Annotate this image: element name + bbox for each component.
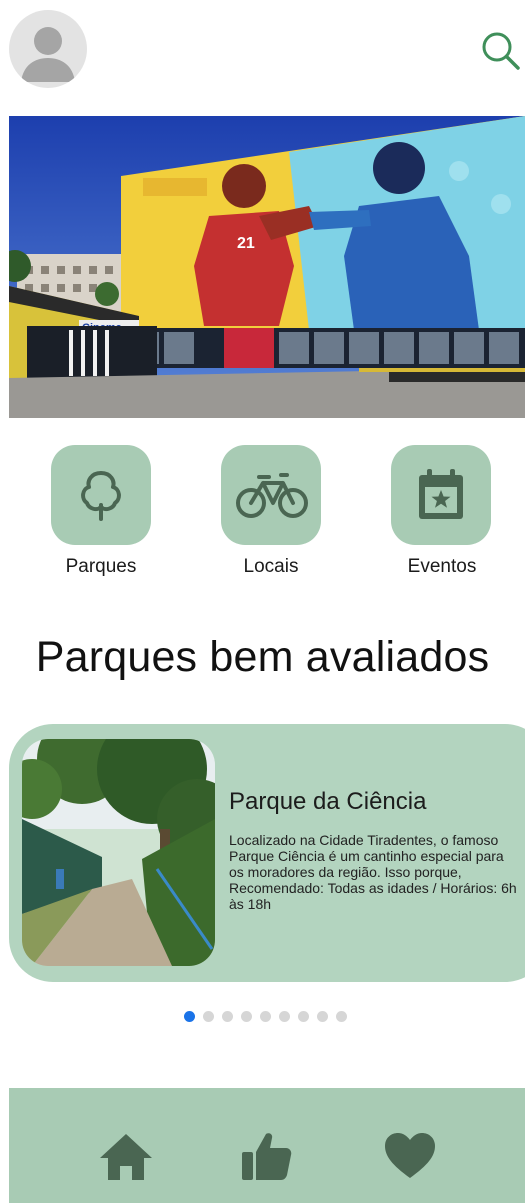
heart-icon [385, 1133, 435, 1178]
svg-text:21: 21 [237, 235, 255, 252]
bicycle-icon [236, 473, 308, 518]
search-icon [482, 32, 520, 70]
category-locais-button[interactable] [221, 445, 321, 545]
pager-dot[interactable] [317, 1010, 328, 1022]
tree-icon [81, 471, 121, 521]
pager-dot[interactable] [241, 1010, 252, 1022]
category-eventos-label: Eventos [407, 556, 477, 577]
category-locais-label: Locais [243, 556, 299, 577]
pager-dot[interactable] [203, 1010, 214, 1022]
park-photo [22, 739, 215, 966]
park-name: Parque da Ciência [229, 788, 427, 815]
home-icon [100, 1134, 152, 1180]
thumbs-up-icon [242, 1133, 292, 1180]
calendar-star-icon [419, 469, 463, 519]
pager-dot[interactable] [222, 1010, 233, 1022]
pager-dot[interactable] [336, 1010, 347, 1022]
nav-favorites-button[interactable] [382, 1128, 438, 1184]
nav-home-button[interactable] [98, 1128, 154, 1184]
pager-dot[interactable] [260, 1010, 271, 1022]
category-parques-label: Parques [65, 556, 137, 577]
category-eventos-button[interactable] [391, 445, 491, 545]
user-avatar-icon [21, 27, 75, 82]
pager-dot[interactable] [184, 1010, 195, 1022]
avatar[interactable] [9, 10, 87, 88]
nav-recommended-button[interactable] [238, 1128, 294, 1184]
pager-dot[interactable] [279, 1010, 290, 1022]
pager-dot[interactable] [298, 1010, 309, 1022]
search-button[interactable] [478, 28, 522, 72]
section-title: Parques bem avaliados [35, 633, 490, 681]
park-description: Localizado na Cidade Tiradentes, o famos… [229, 832, 517, 912]
carousel-pager [184, 1010, 347, 1022]
category-parques-button[interactable] [51, 445, 151, 545]
hero-image: 21 Cinema [9, 116, 525, 418]
